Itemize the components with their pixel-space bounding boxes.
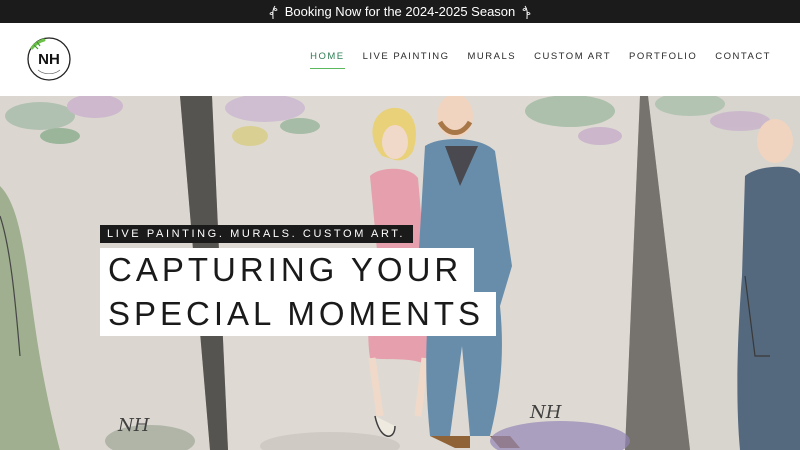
- logo-monogram: NH: [38, 51, 60, 68]
- site-logo[interactable]: NH: [24, 34, 74, 84]
- nav-contact[interactable]: CONTACT: [706, 51, 780, 62]
- announcement-bar: Booking Now for the 2024-2025 Season: [0, 0, 800, 23]
- main-nav: HOME LIVE PAINTING MURALS CUSTOM ART POR…: [301, 51, 780, 69]
- site-header: NH HOME LIVE PAINTING MURALS CUSTOM ART …: [0, 23, 800, 96]
- sprig-icon-right: [522, 5, 531, 19]
- nav-portfolio[interactable]: PORTFOLIO: [620, 51, 706, 62]
- nav-live-painting[interactable]: LIVE PAINTING: [354, 51, 459, 62]
- hero-headline-line1: CAPTURING YOUR: [100, 248, 475, 292]
- hero-section: NH NH LIVE PAINTING. MURALS. CUSTOM ART.…: [0, 96, 800, 450]
- nav-custom-art[interactable]: CUSTOM ART: [525, 51, 620, 62]
- nav-home[interactable]: HOME: [301, 51, 354, 69]
- nav-murals[interactable]: MURALS: [459, 51, 526, 62]
- hero-tagline: LIVE PAINTING. MURALS. CUSTOM ART.: [100, 225, 414, 243]
- hero-headline-line2: SPECIAL MOMENTS: [100, 292, 496, 336]
- announcement-text: Booking Now for the 2024-2025 Season: [284, 4, 516, 19]
- sprig-icon-left: [269, 5, 278, 19]
